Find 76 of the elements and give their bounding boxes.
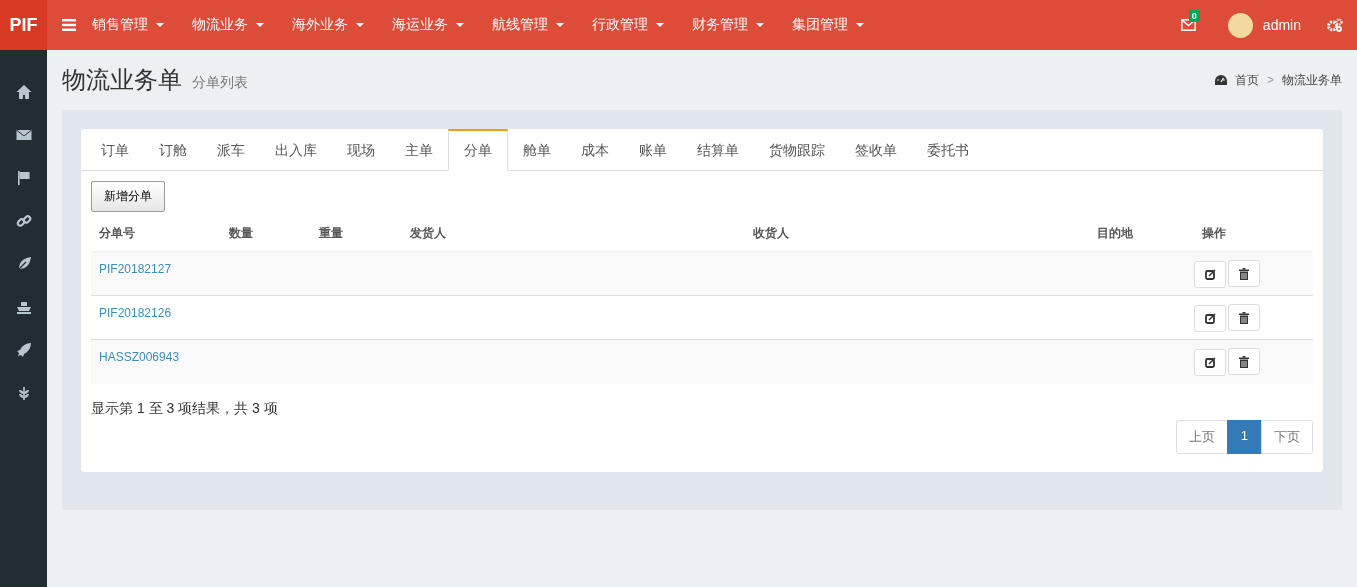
tab[interactable]: 订舱 <box>144 129 202 171</box>
edit-icon <box>1205 312 1216 324</box>
tab[interactable]: 主单 <box>390 129 448 171</box>
nav-menu-item[interactable]: 财务管理 <box>692 16 764 34</box>
tab[interactable]: 账单 <box>624 129 682 171</box>
caret-icon <box>256 23 264 27</box>
tab[interactable]: 现场 <box>332 129 390 171</box>
tab[interactable]: 订单 <box>86 129 144 171</box>
tab[interactable]: 结算单 <box>682 129 754 171</box>
column-header: 重量 <box>311 218 402 252</box>
envelope-icon[interactable] <box>1180 19 1196 31</box>
trash-icon <box>1239 355 1250 368</box>
page-title: 物流业务单 <box>62 65 182 95</box>
rocket-icon[interactable] <box>15 342 32 358</box>
nav-menu-item[interactable]: 海运业务 <box>392 16 464 34</box>
caret-icon <box>356 23 364 27</box>
column-header: 目的地 <box>1088 218 1195 252</box>
prev-page-button[interactable]: 上页 <box>1175 419 1228 454</box>
brand-logo[interactable]: PIF <box>0 0 47 50</box>
delete-button[interactable] <box>1228 260 1261 287</box>
caret-icon <box>856 23 864 27</box>
home-icon[interactable] <box>15 84 32 100</box>
edit-icon <box>1205 268 1216 280</box>
nav-menu-item[interactable]: 销售管理 <box>92 16 164 34</box>
flag-icon[interactable] <box>15 170 32 186</box>
link-icon[interactable] <box>15 213 32 229</box>
column-header: 发货人 <box>402 218 746 252</box>
dashboard-icon <box>1215 75 1227 85</box>
tab[interactable]: 签收单 <box>840 129 912 171</box>
tab[interactable]: 派车 <box>202 129 260 171</box>
ship-icon[interactable] <box>15 299 32 315</box>
menu-icon[interactable] <box>62 19 76 31</box>
caret-icon <box>456 23 464 27</box>
page-number-button[interactable]: 1 <box>1226 419 1262 454</box>
delete-button[interactable] <box>1228 304 1261 331</box>
delete-button[interactable] <box>1228 348 1261 375</box>
edit-button[interactable] <box>1194 260 1227 288</box>
column-header: 操作 <box>1194 218 1313 252</box>
breadcrumb-item: 物流业务单 <box>1282 71 1342 89</box>
page-subtitle: 分单列表 <box>192 74 248 92</box>
tab[interactable]: 成本 <box>566 129 624 171</box>
mail-icon[interactable] <box>15 127 32 143</box>
nav-menu-item[interactable]: 海外业务 <box>292 16 364 34</box>
column-header: 收货人 <box>745 218 1089 252</box>
user-name[interactable]: admin <box>1262 17 1301 33</box>
tab[interactable]: 货物跟踪 <box>754 129 840 171</box>
tab[interactable]: 委托书 <box>912 129 984 171</box>
caret-icon <box>156 23 164 27</box>
settings-icon[interactable] <box>1327 18 1343 32</box>
caret-icon <box>656 23 664 27</box>
edit-icon <box>1205 356 1216 368</box>
tab[interactable]: 分单 <box>448 129 508 171</box>
notification-badge: 0 <box>1188 10 1200 22</box>
breadcrumb-separator: > <box>1267 73 1274 87</box>
avatar[interactable] <box>1227 12 1253 38</box>
edit-button[interactable] <box>1194 304 1227 332</box>
order-number-link[interactable]: PIF20182126 <box>99 306 172 320</box>
nav-menu-item[interactable]: 行政管理 <box>592 16 664 34</box>
order-number-link[interactable]: PIF20182127 <box>99 262 172 276</box>
order-number-link[interactable]: HASSZ006943 <box>99 350 180 364</box>
caret-icon <box>556 23 564 27</box>
breadcrumb-item[interactable]: 首页 <box>1235 71 1259 89</box>
trash-icon <box>1239 311 1250 324</box>
nav-menu-item[interactable]: 航线管理 <box>492 16 564 34</box>
next-page-button[interactable]: 下页 <box>1261 419 1313 454</box>
results-info: 显示第 1 至 3 项结果，共 3 项 <box>91 399 279 418</box>
nav-menu-item[interactable]: 集团管理 <box>792 16 864 34</box>
edit-button[interactable] <box>1194 348 1227 376</box>
tab[interactable]: 出入库 <box>260 129 332 171</box>
nav-menu-item[interactable]: 物流业务 <box>192 16 264 34</box>
column-header: 数量 <box>220 218 312 252</box>
tab[interactable]: 舱单 <box>508 129 566 171</box>
caret-icon <box>756 23 764 27</box>
column-header: 分单号 <box>91 218 221 252</box>
trash-icon <box>1239 267 1250 280</box>
add-button[interactable]: 新增分单 <box>91 181 165 212</box>
